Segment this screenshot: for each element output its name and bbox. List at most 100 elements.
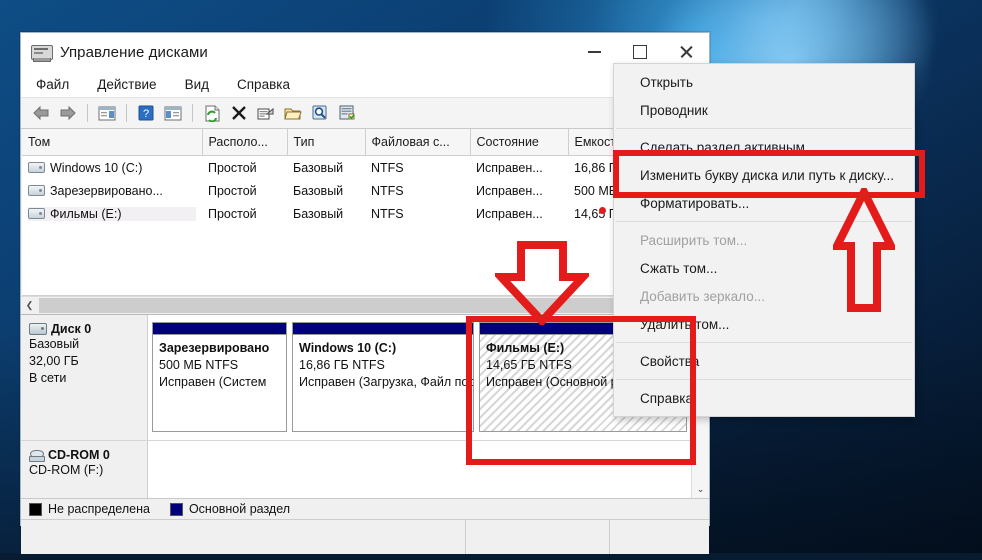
toolbar-separator <box>87 104 88 122</box>
context-menu-separator <box>616 128 912 129</box>
partition-title: Фильмы (E:) <box>486 341 565 355</box>
cell-volume: Зарезервировано... <box>50 183 163 198</box>
menu-bar: Файл Действие Вид Справка <box>21 71 709 97</box>
partition-title: Зарезервировано <box>159 341 270 355</box>
cell-status: Исправен... <box>476 206 543 221</box>
context-menu-item-help[interactable]: Справка <box>614 384 914 412</box>
column-header-volume[interactable]: Том <box>22 129 203 156</box>
toolbar-separator <box>192 104 193 122</box>
table-header-row: Том Располо... Тип Файловая с... Состоян… <box>22 129 708 156</box>
show-action-pane-icon[interactable] <box>161 101 185 125</box>
rescan-disks-icon[interactable] <box>335 101 359 125</box>
drive-icon <box>28 185 45 196</box>
cell-layout: Простой <box>208 206 257 221</box>
cell-type: Базовый <box>293 206 344 221</box>
disk-0-name: Диск 0 <box>51 322 92 336</box>
partition-status: Исправен (Систем <box>159 375 267 389</box>
context-menu-item-delete-volume[interactable]: Удалить том... <box>614 310 914 338</box>
cdrom-0-name: CD-ROM 0 <box>48 448 110 462</box>
window-title: Управление дисками <box>60 43 208 61</box>
svg-text:?: ? <box>143 108 149 120</box>
title-bar: Управление дисками <box>21 33 709 71</box>
minimize-icon <box>587 51 601 53</box>
properties-icon[interactable] <box>254 101 278 125</box>
context-menu-item-mark-active[interactable]: Сделать раздел активным <box>614 133 914 161</box>
hard-disk-icon <box>29 323 47 335</box>
context-menu-item-properties[interactable]: Свойства <box>614 347 914 375</box>
show-hide-console-tree-icon[interactable] <box>95 101 119 125</box>
partition-reserved[interactable]: Зарезервировано 500 МБ NTFS Исправен (Си… <box>152 322 287 432</box>
table-row[interactable]: Зарезервировано... Простой Базовый NTFS … <box>22 179 708 202</box>
disk-0-size: 32,00 ГБ <box>29 354 79 368</box>
toolbar-separator <box>126 104 127 122</box>
cell-filesystem: NTFS <box>371 160 404 175</box>
status-pane-1 <box>21 520 466 554</box>
drive-icon <box>28 208 45 219</box>
volume-list-hscrollbar[interactable]: ❮ <box>21 296 709 314</box>
legend-swatch-unallocated <box>29 502 42 516</box>
forward-arrow-icon[interactable] <box>56 101 80 125</box>
partition-color-bar <box>293 323 473 335</box>
partition-windows-c[interactable]: Windows 10 (C:) 16,86 ГБ NTFS Исправен (… <box>292 322 474 432</box>
hscroll-track[interactable] <box>38 297 709 314</box>
disk-0-label[interactable]: Диск 0 Базовый 32,00 ГБ В сети <box>21 315 148 440</box>
minimize-button[interactable] <box>571 33 617 71</box>
partition-size: 500 МБ NTFS <box>159 358 239 372</box>
context-menu-separator <box>616 379 912 380</box>
graphical-disk-view: Диск 0 Базовый 32,00 ГБ В сети Зарезерви… <box>21 314 709 498</box>
legend-label-unallocated: Не распределена <box>48 502 150 516</box>
context-menu-item-open[interactable]: Открыть <box>614 68 914 96</box>
cell-volume: Фильмы (E:) <box>50 206 122 221</box>
refresh-icon[interactable] <box>200 101 224 125</box>
partition-color-bar <box>153 323 286 335</box>
disk-management-icon <box>31 43 53 62</box>
menu-item-help[interactable]: Справка <box>234 75 293 94</box>
cd-rom-icon <box>29 449 45 462</box>
context-menu-item-explore[interactable]: Проводник <box>614 96 914 124</box>
partition-size: 14,65 ГБ NTFS <box>486 358 572 372</box>
cell-layout: Простой <box>208 160 257 175</box>
disk-row-1: CD-ROM 0 CD-ROM (F:) <box>21 441 709 498</box>
close-icon <box>679 45 693 59</box>
partition-size: 16,86 ГБ NTFS <box>299 358 385 372</box>
volume-table: Том Располо... Тип Файловая с... Состоян… <box>22 129 708 225</box>
menu-item-view[interactable]: Вид <box>182 75 212 94</box>
cell-status: Исправен... <box>476 160 543 175</box>
delete-icon[interactable] <box>227 101 251 125</box>
scroll-left-icon[interactable]: ❮ <box>21 297 38 314</box>
column-header-status[interactable]: Состояние <box>470 129 569 156</box>
cdrom-0-type: CD-ROM (F:) <box>29 463 104 477</box>
drive-icon <box>28 162 45 173</box>
column-header-filesystem[interactable]: Файловая с... <box>365 129 471 156</box>
search-icon[interactable] <box>308 101 332 125</box>
volume-list: Том Располо... Тип Файловая с... Состоян… <box>22 129 708 296</box>
back-arrow-icon[interactable] <box>29 101 53 125</box>
context-menu-item-change-drive-letter[interactable]: Изменить букву диска или путь к диску... <box>614 161 914 189</box>
status-pane-3 <box>610 520 709 554</box>
status-bar <box>21 519 709 554</box>
disk-management-window: Управление дисками Файл Действие Вид Спр… <box>20 32 710 554</box>
menu-item-action[interactable]: Действие <box>94 75 159 94</box>
disk-0-state: В сети <box>29 371 67 385</box>
table-row[interactable]: Windows 10 (C:) Простой Базовый NTFS Исп… <box>22 156 708 180</box>
context-menu-separator <box>616 342 912 343</box>
column-header-layout[interactable]: Располо... <box>202 129 288 156</box>
cdrom-0-label[interactable]: CD-ROM 0 CD-ROM (F:) <box>21 441 148 498</box>
scroll-down-icon[interactable]: ⌄ <box>692 481 709 498</box>
disk-0-type: Базовый <box>29 337 80 351</box>
red-up-arrow <box>833 188 895 312</box>
open-folder-icon[interactable] <box>281 101 305 125</box>
help-icon[interactable]: ? <box>134 101 158 125</box>
menu-item-file[interactable]: Файл <box>33 75 72 94</box>
legend-bar: Не распределена Основной раздел <box>21 498 709 519</box>
table-row[interactable]: Фильмы (E:) Простой Базовый NTFS Исправе… <box>22 202 708 225</box>
legend-swatch-primary <box>169 502 183 516</box>
column-header-type[interactable]: Тип <box>287 129 366 156</box>
hscroll-thumb[interactable] <box>39 298 708 313</box>
maximize-icon <box>633 45 647 59</box>
partition-title: Windows 10 (C:) <box>299 341 397 355</box>
status-pane-2 <box>466 520 610 554</box>
cell-filesystem: NTFS <box>371 183 404 198</box>
toolbar: ? <box>21 97 709 129</box>
legend-label-primary: Основной раздел <box>188 502 291 516</box>
